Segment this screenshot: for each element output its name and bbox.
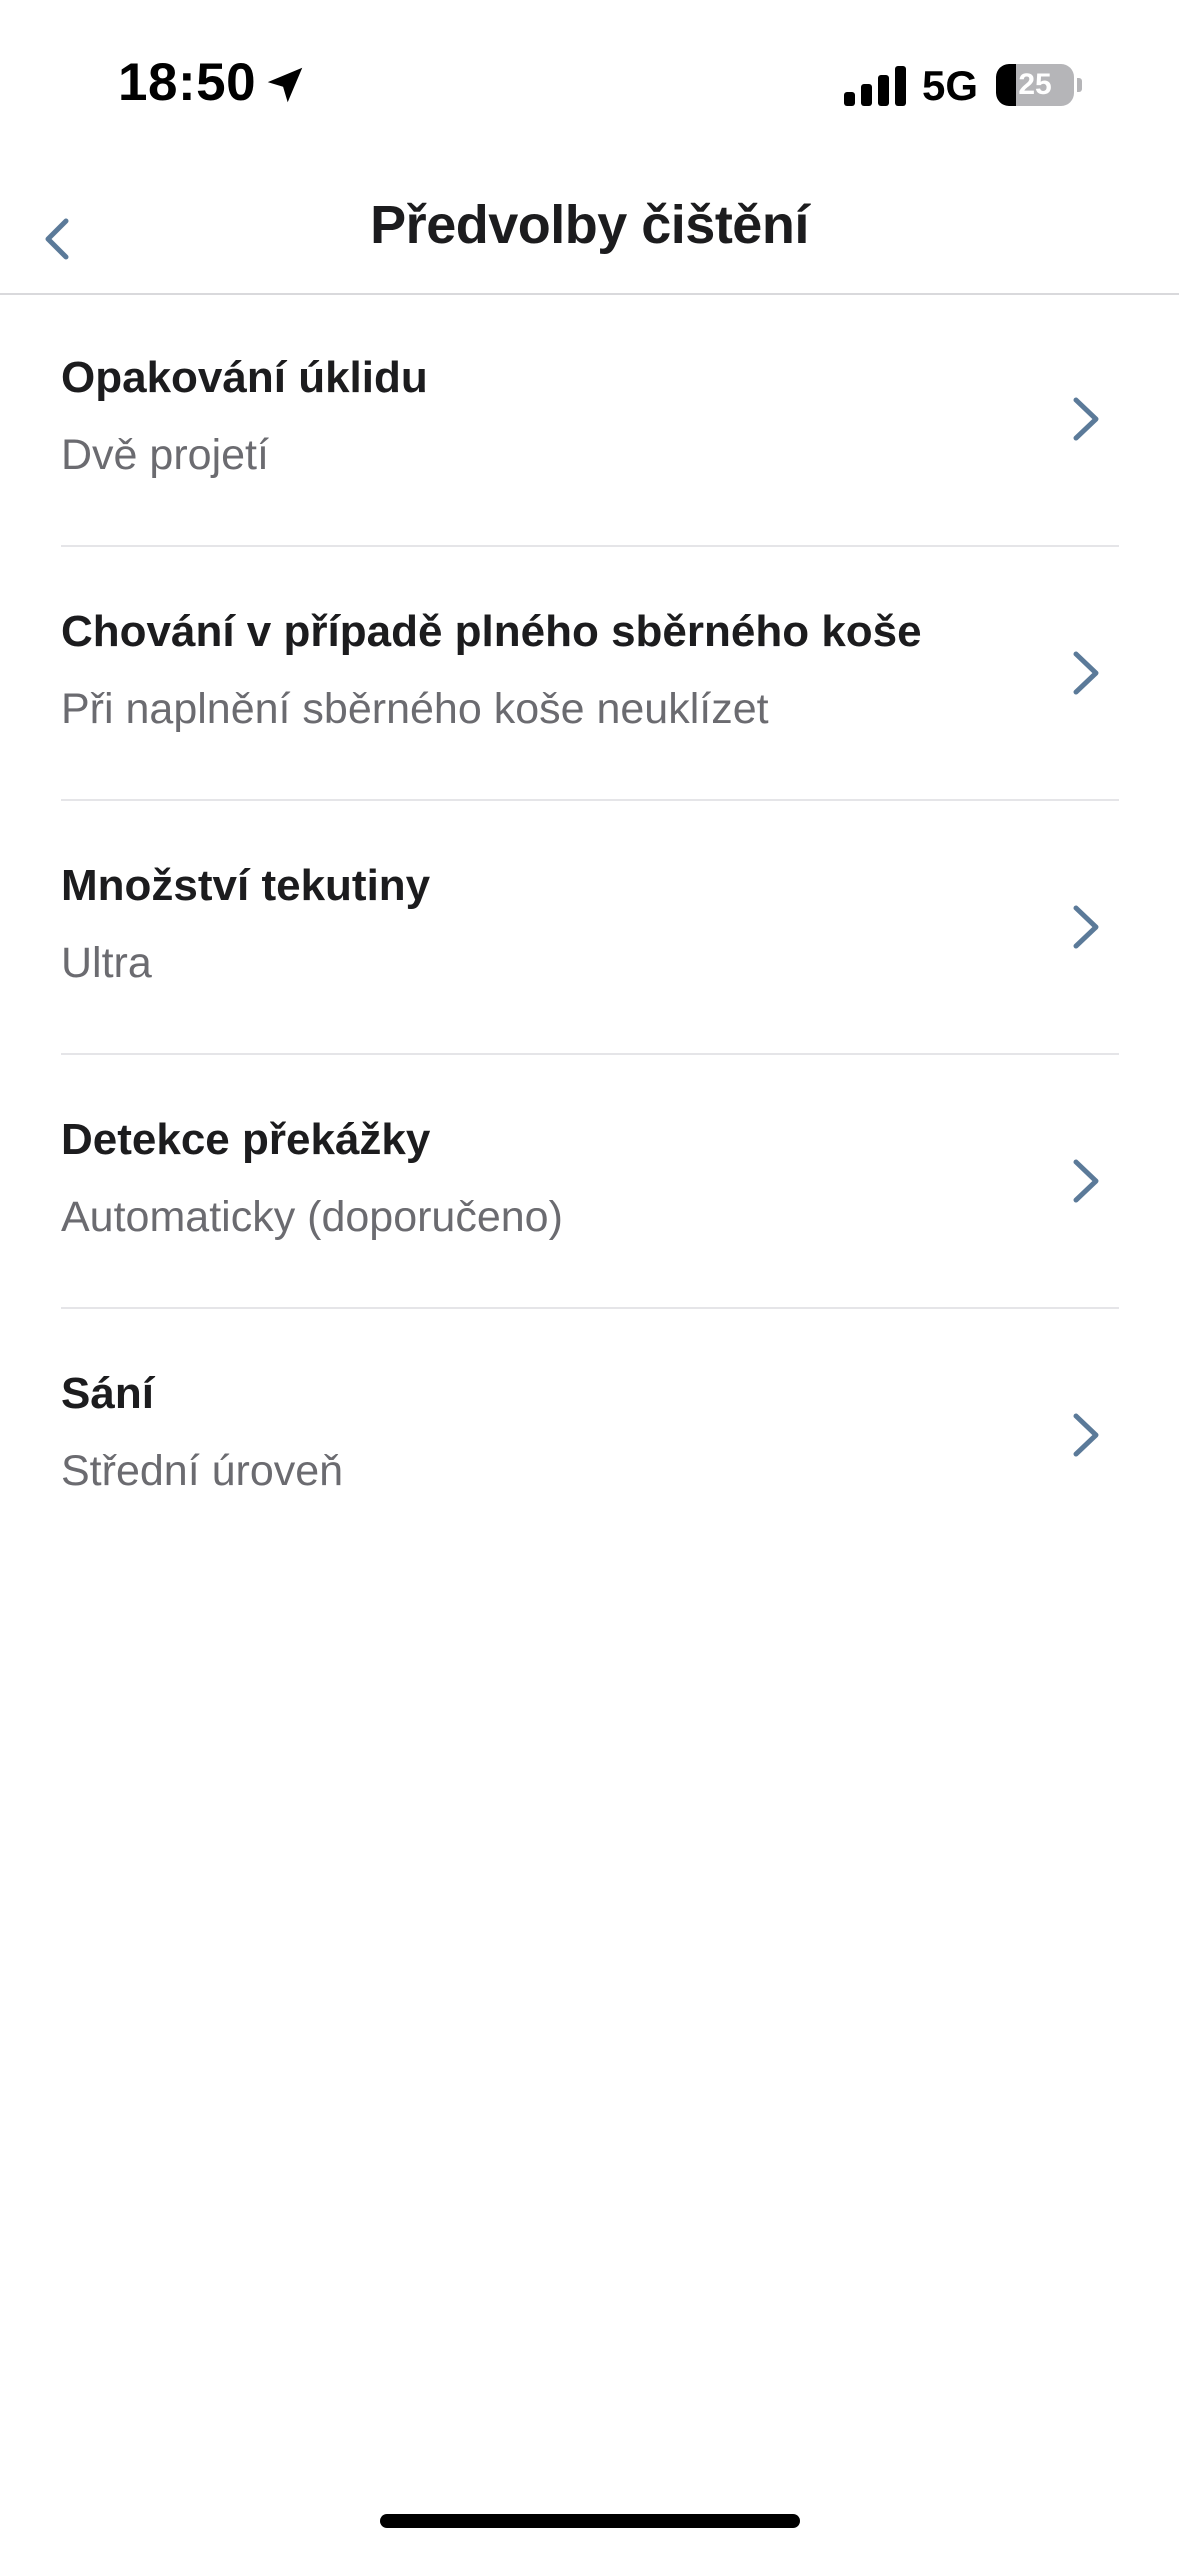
chevron-right-icon	[1073, 1159, 1099, 1203]
setting-full-bin-behavior[interactable]: Chování v případě plného sběrného koše P…	[61, 547, 1119, 801]
cellular-signal-icon	[844, 66, 906, 106]
location-arrow-icon	[267, 67, 303, 103]
page-title: Předvolby čištění	[370, 195, 809, 255]
battery-level-text: 25	[1018, 68, 1052, 101]
chevron-right-icon	[1073, 1413, 1099, 1457]
status-bar: 18:50 5G 25	[0, 0, 1179, 175]
setting-suction[interactable]: Sání Střední úroveň	[61, 1309, 1119, 1561]
status-time: 18:50	[118, 53, 257, 112]
setting-title: Chování v případě plného sběrného koše	[61, 607, 922, 656]
setting-title: Sání	[61, 1369, 154, 1418]
setting-title: Opakování úklidu	[61, 353, 428, 402]
setting-value: Ultra	[61, 939, 152, 987]
setting-value: Dvě projetí	[61, 431, 269, 479]
setting-value: Automaticky (doporučeno)	[61, 1193, 563, 1241]
setting-water-amount[interactable]: Množství tekutiny Ultra	[61, 801, 1119, 1055]
setting-obstacle-detection[interactable]: Detekce překážky Automaticky (doporučeno…	[61, 1055, 1119, 1309]
setting-cleaning-repeat[interactable]: Opakování úklidu Dvě projetí	[61, 293, 1119, 547]
chevron-right-icon	[1073, 905, 1099, 949]
setting-value: Střední úroveň	[61, 1447, 344, 1495]
navigation-bar: Předvolby čištění	[0, 175, 1179, 295]
setting-title: Detekce překážky	[61, 1115, 431, 1164]
network-type-label: 5G	[922, 62, 979, 109]
home-indicator[interactable]	[380, 2514, 800, 2528]
chevron-right-icon	[1073, 651, 1099, 695]
battery-icon: 25	[996, 64, 1082, 106]
setting-value: Při naplnění sběrného koše neuklízet	[61, 685, 769, 733]
settings-list: Opakování úklidu Dvě projetí Chování v p…	[61, 293, 1119, 1561]
chevron-right-icon	[1073, 397, 1099, 441]
setting-title: Množství tekutiny	[61, 861, 431, 910]
